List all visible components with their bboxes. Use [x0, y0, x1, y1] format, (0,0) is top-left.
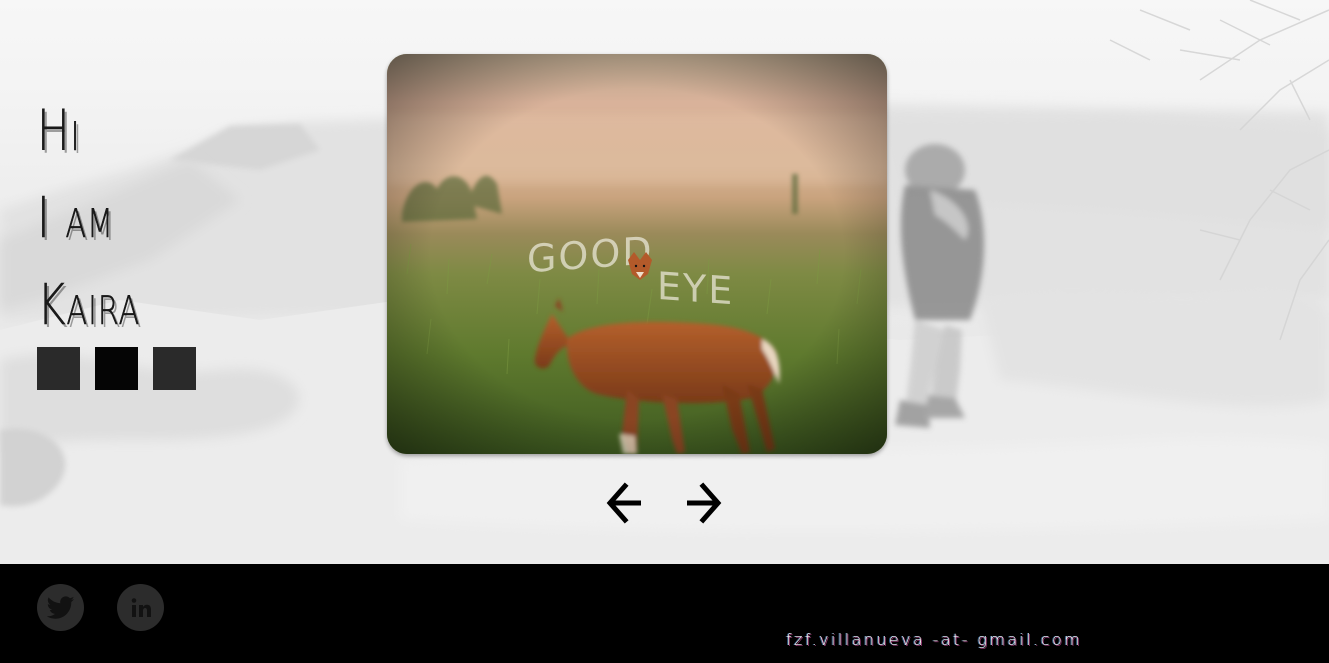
linkedin-icon	[131, 597, 151, 617]
intro-line-hi: Hi	[37, 99, 81, 165]
gallery-square-selector	[37, 347, 196, 390]
intro-heading: Hi I am Kaira	[37, 88, 237, 349]
previous-photo-button[interactable]	[602, 478, 646, 528]
contact-email: fzf.villanueva -at- gmail.com	[786, 630, 1083, 649]
next-photo-button[interactable]	[682, 478, 726, 528]
twitter-link[interactable]	[37, 584, 84, 631]
gallery-square-2[interactable]	[95, 347, 138, 390]
arrow-right-icon	[687, 482, 722, 524]
footer: fzf.villanueva -at- gmail.com	[0, 564, 1329, 663]
gallery-square-1[interactable]	[37, 347, 80, 390]
gallery-square-3[interactable]	[153, 347, 196, 390]
intro-line-i-am: I am	[37, 186, 114, 252]
intro-line-name: Kaira	[37, 273, 141, 339]
gallery-photo: GOOD EYE	[387, 54, 887, 454]
linkedin-link[interactable]	[117, 584, 164, 631]
arrow-left-icon	[606, 482, 641, 524]
twitter-icon	[46, 595, 74, 619]
